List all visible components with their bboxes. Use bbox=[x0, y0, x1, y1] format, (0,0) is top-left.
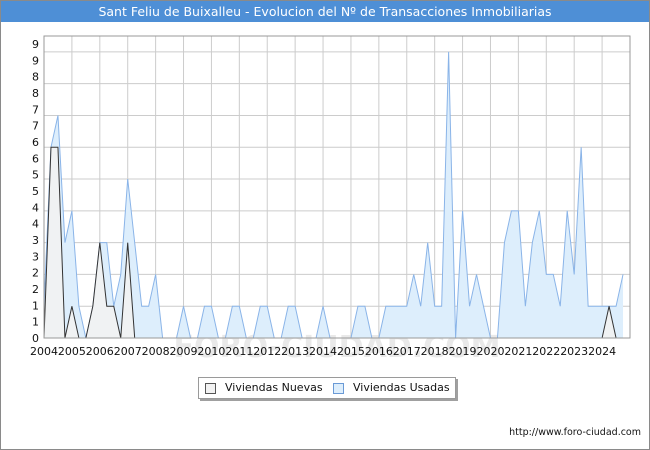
x-tick-label: 2006 bbox=[86, 345, 114, 358]
x-tick-label: 2013 bbox=[281, 345, 309, 358]
y-tick-label: 8 bbox=[32, 87, 39, 100]
x-tick-label: 2007 bbox=[114, 345, 142, 358]
legend-label-usadas: Viviendas Usadas bbox=[353, 381, 450, 394]
y-tick-label: 7 bbox=[32, 103, 39, 116]
x-tick-label: 2024 bbox=[588, 345, 616, 358]
y-tick-label: 7 bbox=[32, 120, 39, 133]
x-tick-label: 2019 bbox=[449, 345, 477, 358]
y-tick-label: 6 bbox=[32, 136, 39, 149]
x-tick-label: 2005 bbox=[58, 345, 86, 358]
x-tick-label: 2004 bbox=[30, 345, 58, 358]
legend-label-nuevas: Viviendas Nuevas bbox=[225, 381, 323, 394]
y-tick-label: 2 bbox=[32, 267, 39, 280]
x-tick-label: 2018 bbox=[421, 345, 449, 358]
y-tick-label: 4 bbox=[32, 218, 39, 231]
y-tick-label: 6 bbox=[32, 152, 39, 165]
x-tick-label: 2022 bbox=[532, 345, 560, 358]
x-tick-label: 2014 bbox=[309, 345, 337, 358]
x-tick-label: 2009 bbox=[170, 345, 198, 358]
x-tick-label: 2017 bbox=[393, 345, 421, 358]
legend-swatch-usadas bbox=[333, 383, 344, 394]
y-tick-label: 8 bbox=[32, 71, 39, 84]
y-tick-label: 1 bbox=[32, 316, 39, 329]
y-axis-ticks: 0 1 1 2 2 3 3 4 4 5 5 6 6 7 7 8 8 9 9 bbox=[32, 38, 39, 345]
y-tick-label: 3 bbox=[32, 250, 39, 263]
legend-swatch-nuevas bbox=[205, 383, 216, 394]
footer-url: http://www.foro-ciudad.com bbox=[509, 427, 641, 438]
y-tick-label: 2 bbox=[32, 283, 39, 296]
y-tick-label: 1 bbox=[32, 299, 39, 312]
y-tick-label: 5 bbox=[32, 185, 39, 198]
y-tick-label: 9 bbox=[32, 38, 39, 51]
x-tick-label: 2023 bbox=[560, 345, 588, 358]
x-tick-label: 2010 bbox=[197, 345, 225, 358]
x-tick-label: 2008 bbox=[142, 345, 170, 358]
y-tick-label: 3 bbox=[32, 234, 39, 247]
legend: Viviendas Nuevas Viviendas Usadas bbox=[198, 377, 456, 399]
y-tick-label: 5 bbox=[32, 169, 39, 182]
x-tick-label: 2011 bbox=[225, 345, 253, 358]
x-tick-label: 2012 bbox=[253, 345, 281, 358]
x-tick-label: 2021 bbox=[504, 345, 532, 358]
series-layer bbox=[43, 51, 624, 339]
x-tick-label: 2016 bbox=[365, 345, 393, 358]
y-tick-label: 4 bbox=[32, 201, 39, 214]
x-axis-ticks: 2004 2005 2006 2007 2008 2009 2010 2011 2012 2013… bbox=[30, 345, 616, 358]
y-tick-label: 9 bbox=[32, 54, 39, 67]
x-tick-label: 2015 bbox=[337, 345, 365, 358]
y-tick-label: 0 bbox=[32, 332, 39, 345]
x-tick-label: 2020 bbox=[476, 345, 504, 358]
